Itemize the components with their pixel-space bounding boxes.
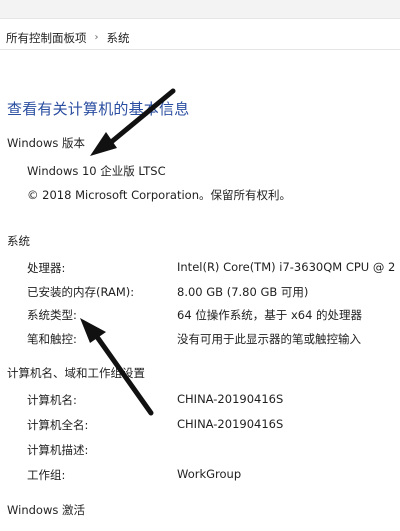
annotation-arrow-lower-head <box>80 318 106 343</box>
full-computer-name-label: 计算机全名: <box>27 418 89 432</box>
processor-value: Intel(R) Core(TM) i7-3630QM CPU @ 2 <box>177 260 396 274</box>
copyright-text: © 2018 Microsoft Corporation。保留所有权利。 <box>27 188 291 202</box>
pen-touch-label: 笔和触控: <box>27 332 77 346</box>
pen-touch-value: 没有可用于此显示器的笔或触控输入 <box>177 332 361 346</box>
system-control-panel: 所有控制面板项 › 系统 查看有关计算机的基本信息 Windows 版本 Win… <box>0 0 400 531</box>
section-heading-system: 系统 <box>7 234 30 248</box>
window-top-strip <box>0 0 400 19</box>
system-type-label: 系统类型: <box>27 308 77 322</box>
workgroup-label: 工作组: <box>27 468 66 482</box>
windows-edition-value: Windows 10 企业版 LTSC <box>27 164 166 178</box>
breadcrumb-item-system[interactable]: 系统 <box>107 30 130 46</box>
section-computer-name: 计算机名、域和工作组设置 <box>7 365 145 381</box>
section-windows-activation: Windows 激活 <box>7 502 85 518</box>
section-heading-windows-activation: Windows 激活 <box>7 503 85 517</box>
workgroup-value: WorkGroup <box>177 467 242 481</box>
breadcrumb: 所有控制面板项 › 系统 <box>0 26 400 50</box>
system-type-value: 64 位操作系统，基于 x64 的处理器 <box>177 308 363 322</box>
page-title: 查看有关计算机的基本信息 <box>7 100 190 118</box>
section-heading-computer-name: 计算机名、域和工作组设置 <box>7 366 145 380</box>
breadcrumb-item-control-panel[interactable]: 所有控制面板项 <box>6 30 87 46</box>
section-windows-edition: Windows 版本 <box>7 135 85 151</box>
computer-name-value: CHINA-20190416S <box>177 392 284 406</box>
ram-label: 已安装的内存(RAM): <box>27 285 135 299</box>
computer-name-label: 计算机名: <box>27 393 77 407</box>
processor-label: 处理器: <box>27 261 66 275</box>
ram-value: 8.00 GB (7.80 GB 可用) <box>177 285 309 299</box>
full-computer-name-value: CHINA-20190416S <box>177 417 284 431</box>
computer-description-label: 计算机描述: <box>27 443 89 457</box>
section-heading-windows-edition: Windows 版本 <box>7 136 85 150</box>
section-system: 系统 <box>7 233 30 249</box>
breadcrumb-separator-icon: › <box>94 32 99 43</box>
annotation-arrow-upper-head <box>90 132 117 156</box>
